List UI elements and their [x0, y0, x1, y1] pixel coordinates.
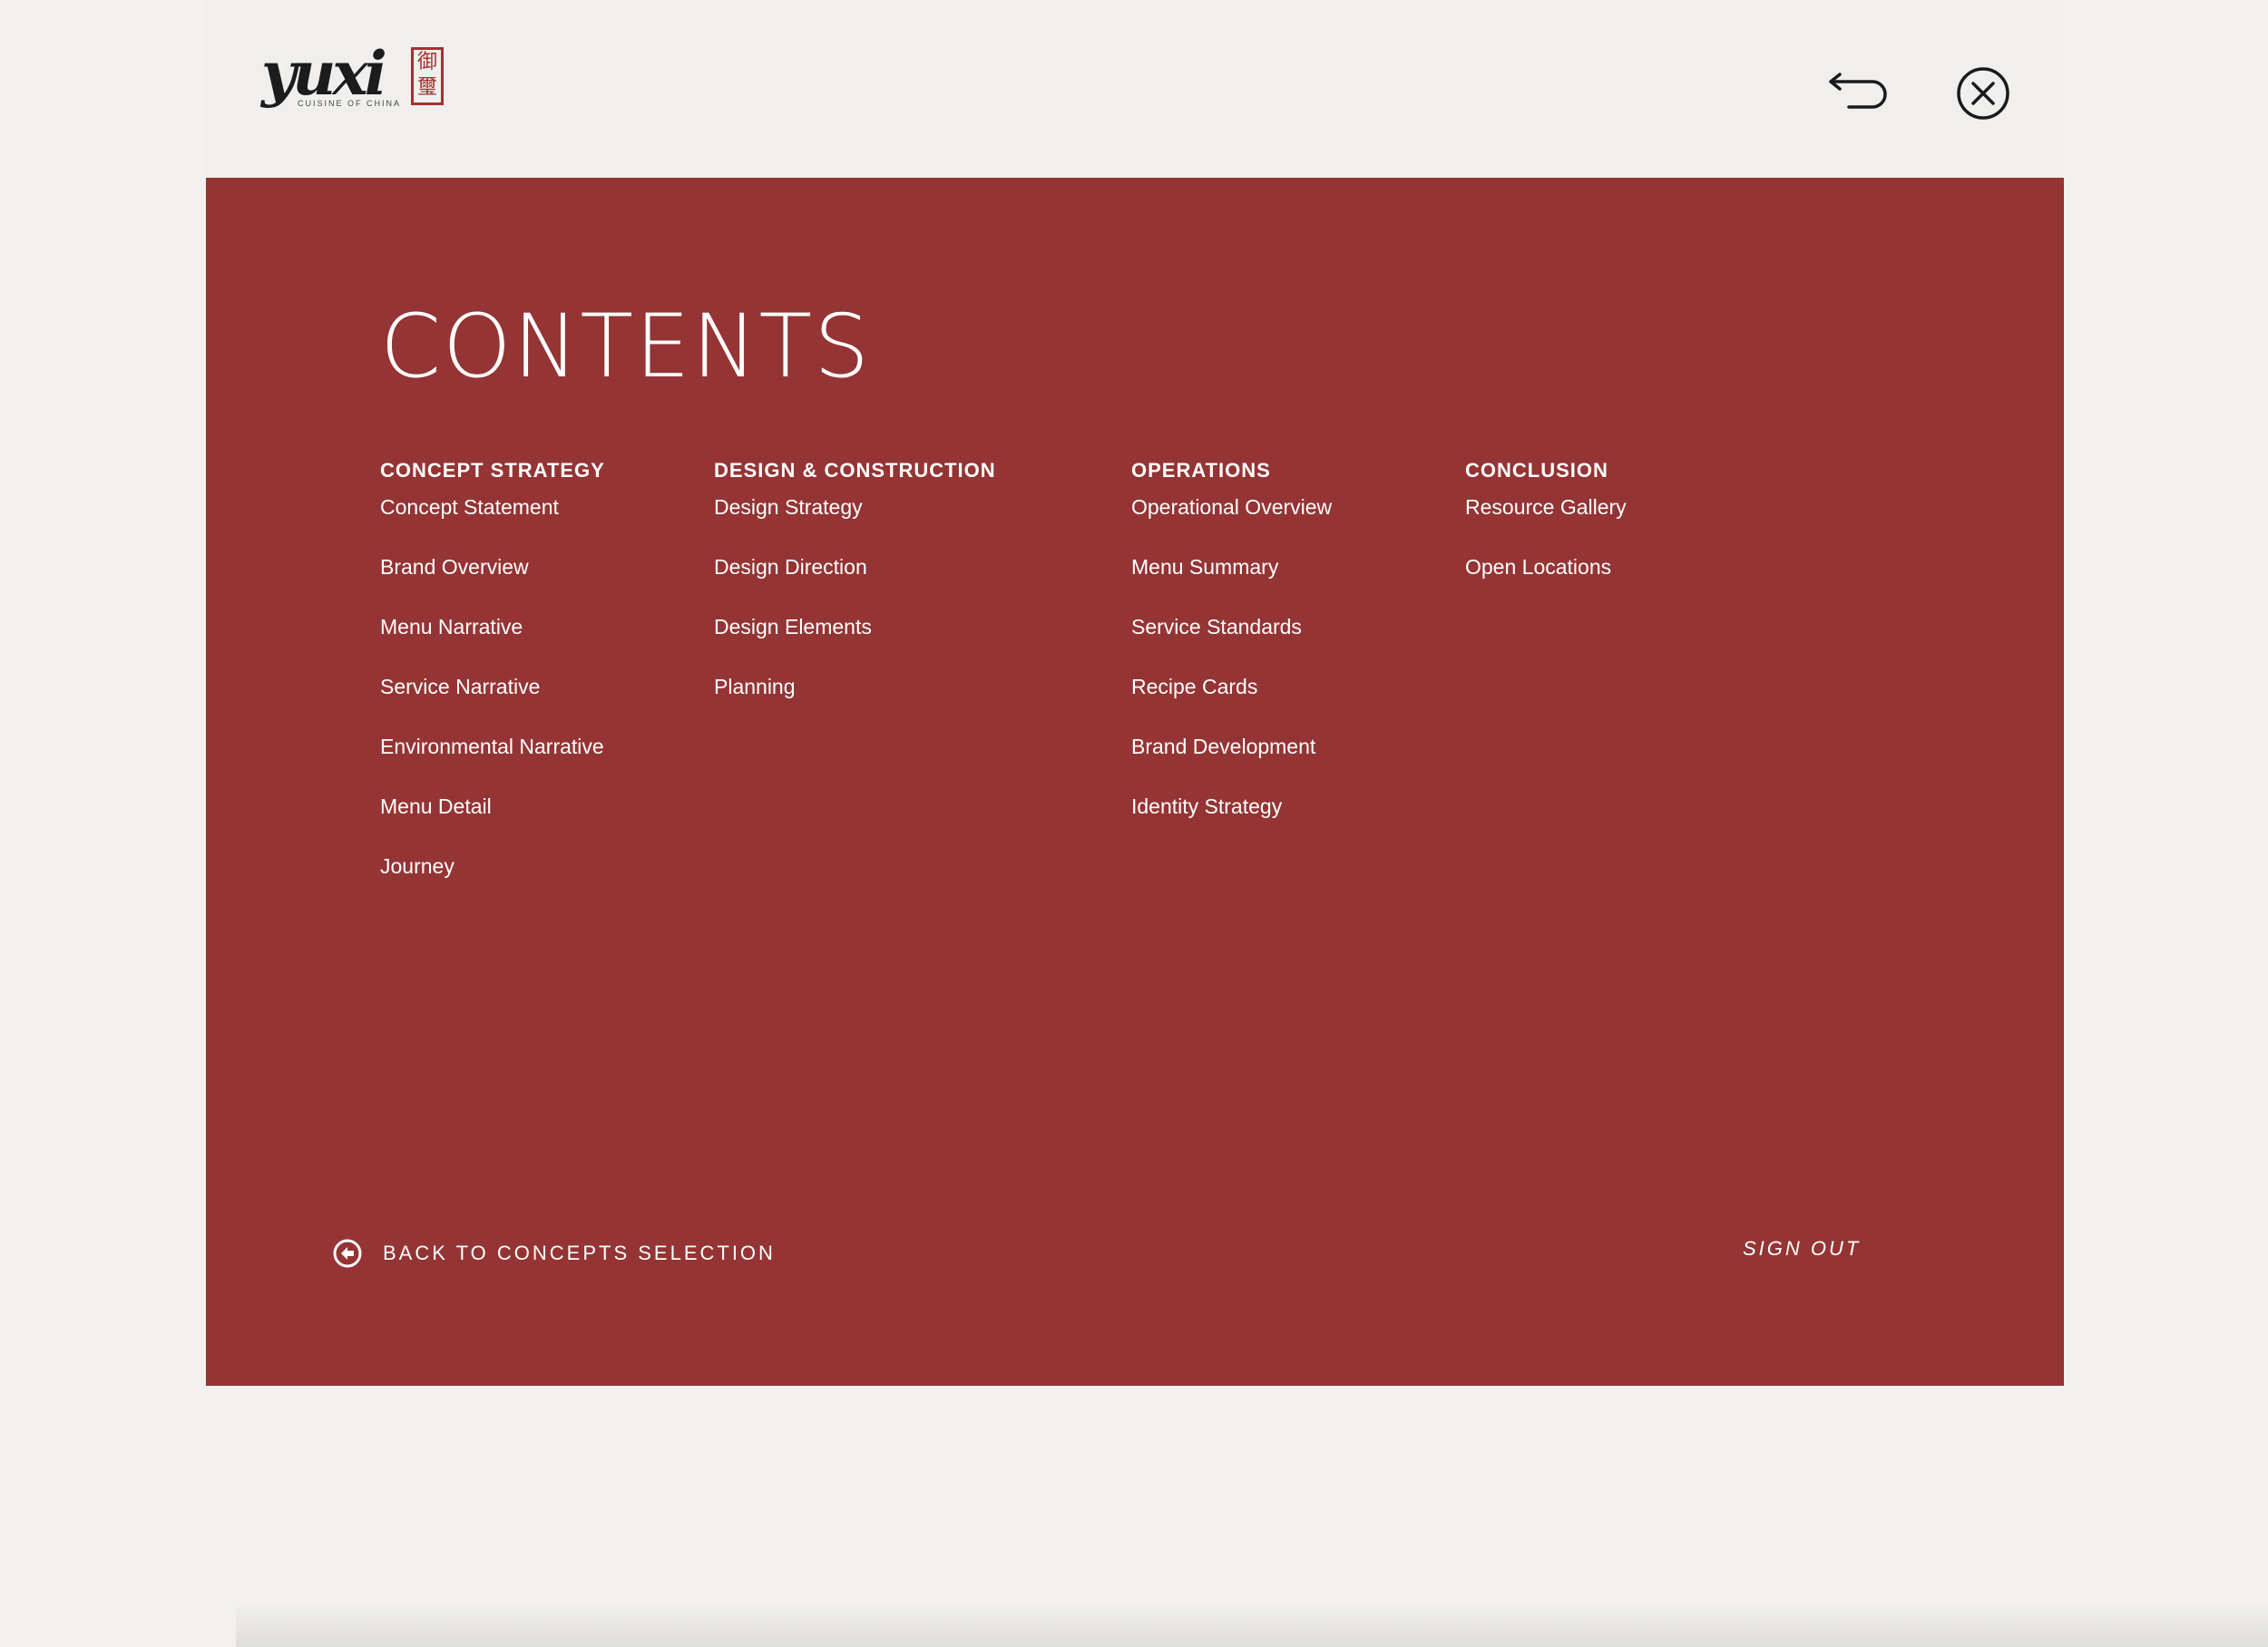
menu-item-planning[interactable]: Planning: [714, 677, 996, 736]
logo-seal: 御璽: [411, 47, 444, 105]
column-heading: CONCEPT STRATEGY: [380, 459, 605, 482]
menu-item-operational-overview[interactable]: Operational Overview: [1131, 497, 1332, 557]
back-to-concepts-label: BACK TO CONCEPTS SELECTION: [383, 1242, 776, 1264]
contents-panel: CONTENTS CONCEPT STRATEGY Concept Statem…: [206, 178, 2064, 1386]
menu-item-brand-overview[interactable]: Brand Overview: [380, 557, 605, 617]
header-bar: [206, 0, 2064, 178]
menu-item-environmental-narrative[interactable]: Environmental Narrative: [380, 736, 605, 796]
page-title: CONTENTS: [380, 296, 872, 397]
menu-item-design-elements[interactable]: Design Elements: [714, 617, 996, 677]
column-heading: OPERATIONS: [1131, 459, 1271, 482]
sign-out-link[interactable]: SIGN OUT: [1743, 1237, 1861, 1261]
menu-item-brand-development[interactable]: Brand Development: [1131, 736, 1332, 796]
menu-item-resource-gallery[interactable]: Resource Gallery: [1465, 497, 1627, 557]
menu-item-identity-strategy[interactable]: Identity Strategy: [1131, 796, 1332, 856]
page: yuxi CUISINE OF CHINA 御璽 CONTENTS CONCEP…: [0, 0, 2268, 1647]
menu-item-recipe-cards[interactable]: Recipe Cards: [1131, 677, 1332, 736]
column-heading: CONCLUSION: [1465, 459, 1608, 482]
menu-item-service-standards[interactable]: Service Standards: [1131, 617, 1332, 677]
column-heading: DESIGN & CONSTRUCTION: [714, 459, 996, 482]
logo-tagline: CUISINE OF CHINA: [298, 99, 402, 108]
menu-item-menu-narrative[interactable]: Menu Narrative: [380, 617, 605, 677]
menu-item-design-direction[interactable]: Design Direction: [714, 557, 996, 617]
menu-item-design-strategy[interactable]: Design Strategy: [714, 497, 996, 557]
logo-wordmark: yuxi: [261, 38, 387, 109]
menu-item-journey[interactable]: Journey: [380, 856, 605, 916]
arrow-left-circle-icon: [333, 1239, 362, 1268]
menu-item-concept-statement[interactable]: Concept Statement: [380, 497, 605, 557]
yuxi-logo[interactable]: yuxi CUISINE OF CHINA 御璽: [261, 44, 452, 125]
column-design-construction: DESIGN & CONSTRUCTION Design Strategy De…: [714, 461, 996, 736]
menu-item-menu-detail[interactable]: Menu Detail: [380, 796, 605, 856]
menu-item-service-narrative[interactable]: Service Narrative: [380, 677, 605, 736]
close-icon[interactable]: [1956, 66, 2010, 121]
bottom-shadow: [236, 1602, 2268, 1647]
menu-item-menu-summary[interactable]: Menu Summary: [1131, 557, 1332, 617]
column-operations: OPERATIONS Operational Overview Menu Sum…: [1131, 461, 1332, 856]
return-arrow-icon[interactable]: [1825, 63, 1891, 114]
column-conclusion: CONCLUSION Resource Gallery Open Locatio…: [1465, 461, 1627, 617]
column-concept-strategy: CONCEPT STRATEGY Concept Statement Brand…: [380, 461, 605, 916]
back-to-concepts-link[interactable]: BACK TO CONCEPTS SELECTION: [332, 1238, 776, 1269]
menu-item-open-locations[interactable]: Open Locations: [1465, 557, 1627, 617]
